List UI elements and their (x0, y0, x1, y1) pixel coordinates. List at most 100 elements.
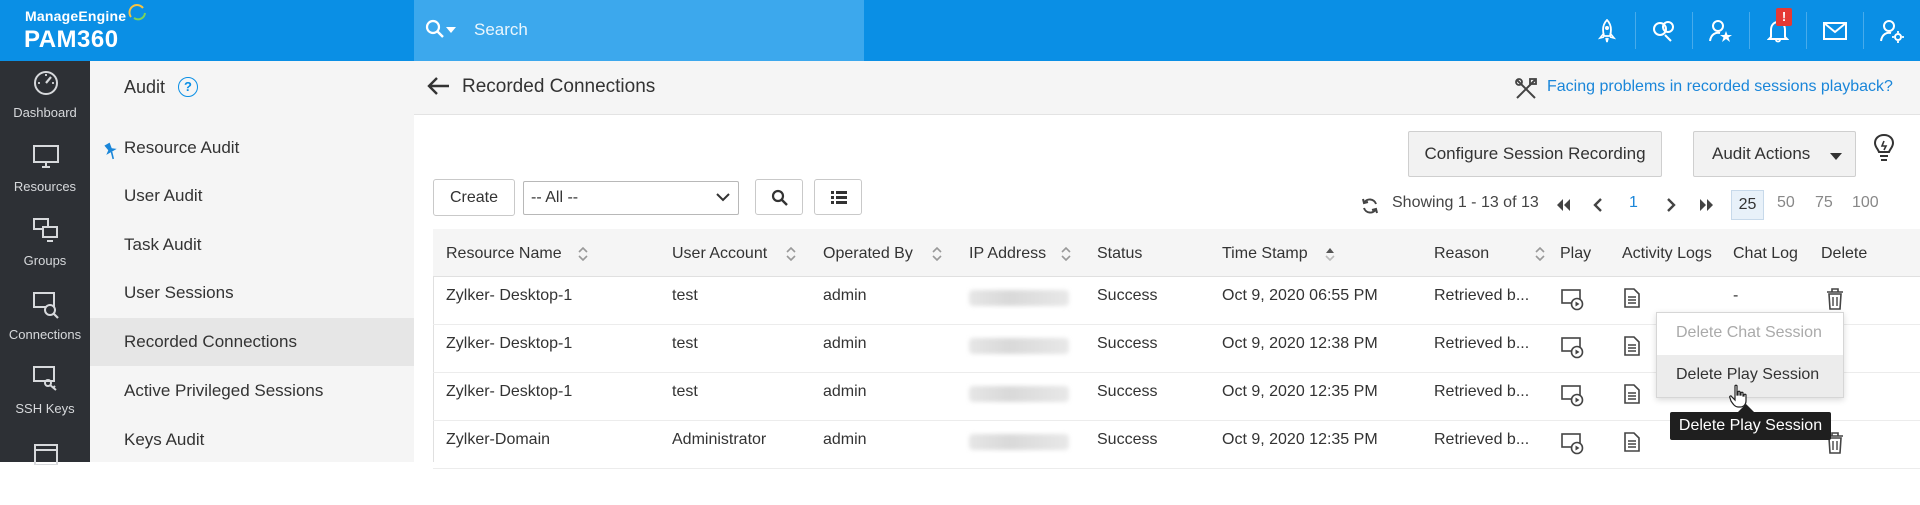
nav-label: Connections (8, 327, 82, 342)
nav-connections[interactable]: Connections (0, 283, 90, 357)
column-header-ip-address[interactable]: IP Address (969, 245, 1046, 263)
column-chooser-button[interactable] (814, 179, 862, 215)
cell-status: Success (1097, 383, 1158, 400)
help-icon[interactable]: ? (178, 77, 198, 97)
subnav-item-task-audit[interactable]: Task Audit (90, 221, 414, 269)
first-page-icon[interactable] (1555, 198, 1571, 212)
brand-logo[interactable]: ManageEngine PAM360 (0, 0, 414, 61)
cell-time-stamp: Oct 9, 2020 12:35 PM (1222, 383, 1378, 400)
play-recording-icon[interactable] (1561, 433, 1585, 455)
rocket-icon[interactable] (1579, 0, 1635, 61)
column-header-reason[interactable]: Reason (1434, 245, 1489, 263)
playback-help-link[interactable]: Facing problems in recorded sessions pla… (1547, 78, 1893, 96)
cell-operated-by: admin (823, 383, 867, 400)
search-icon[interactable] (425, 19, 445, 39)
button-label: Audit Actions (1712, 144, 1811, 163)
subnav-item-recorded-connections[interactable]: Recorded Connections (90, 318, 414, 366)
next-page-icon[interactable] (1666, 198, 1676, 212)
column-header-user-account[interactable]: User Account (672, 245, 767, 263)
play-recording-icon[interactable] (1561, 337, 1585, 359)
refresh-icon[interactable] (1361, 197, 1379, 215)
cell-user-account: Administrator (672, 431, 767, 448)
previous-page-icon[interactable] (1593, 198, 1603, 212)
cell-reason: Retrieved b... (1434, 335, 1530, 352)
search-input[interactable] (474, 16, 854, 44)
delete-play-session-menu-item[interactable]: Delete Play Session (1657, 355, 1843, 397)
subnav-label: Active Privileged Sessions (124, 381, 324, 400)
column-header-resource-name[interactable]: Resource Name (446, 245, 562, 263)
nav-ssh-keys[interactable]: SSH Keys (0, 357, 90, 431)
cell-resource-name[interactable]: Zylker- Desktop-1 (446, 383, 572, 401)
tooltip-arrow (1738, 404, 1754, 412)
trash-icon[interactable] (1825, 288, 1845, 310)
sort-icon[interactable] (1535, 247, 1545, 261)
reports-icon (34, 444, 58, 465)
subnav-label: Recorded Connections (124, 332, 297, 351)
audit-actions-button[interactable]: Audit Actions (1693, 131, 1856, 177)
column-header-operated-by[interactable]: Operated By (823, 245, 913, 263)
document-icon[interactable] (1624, 336, 1640, 356)
last-page-icon[interactable] (1699, 198, 1715, 212)
filter-select[interactable]: -- All -- (523, 181, 739, 215)
subnav-item-user-sessions[interactable]: User Sessions (90, 269, 414, 317)
cell-ip-address-redacted (969, 434, 1069, 450)
brand-product: PAM360 (24, 26, 119, 53)
create-button[interactable]: Create (433, 179, 515, 216)
sort-icon[interactable] (932, 247, 942, 261)
sort-descending-icon[interactable] (1325, 247, 1335, 261)
audit-title: Audit (124, 77, 166, 97)
sort-icon[interactable] (578, 247, 588, 261)
column-header-chat-log: Chat Log (1733, 245, 1798, 262)
nav-resources[interactable]: Resources (0, 135, 90, 209)
subnav-item-active-privileged-sessions[interactable]: Active Privileged Sessions (90, 367, 414, 415)
user-star-icon[interactable] (1693, 0, 1749, 61)
delete-chat-session-menu-item: Delete Chat Session (1657, 313, 1843, 355)
cell-ip-address-redacted (969, 386, 1069, 402)
document-icon[interactable] (1624, 288, 1640, 308)
nav-label: Groups (23, 253, 67, 268)
subnav-item-user-audit[interactable]: User Audit (90, 172, 414, 220)
dashboard-icon (34, 71, 58, 95)
link-user-icon[interactable] (1636, 0, 1692, 61)
page-size-50[interactable]: 50 (1777, 194, 1795, 212)
cell-resource-name[interactable]: Zylker- Desktop-1 (446, 335, 572, 353)
column-header-time-stamp[interactable]: Time Stamp (1222, 245, 1308, 263)
nav-label: Resources (13, 179, 77, 194)
current-page[interactable]: 1 (1629, 194, 1638, 212)
mail-icon[interactable] (1807, 0, 1863, 61)
cell-time-stamp: Oct 9, 2020 12:38 PM (1222, 335, 1378, 352)
monitor-icon (33, 145, 59, 168)
page-size-75[interactable]: 75 (1815, 194, 1833, 212)
nav-more[interactable] (0, 431, 90, 505)
sort-icon[interactable] (786, 247, 796, 261)
cell-resource-name[interactable]: Zylker- Desktop-1 (446, 287, 572, 305)
cell-operated-by: admin (823, 335, 867, 352)
cell-user-account: test (672, 383, 698, 400)
pagination-summary: Showing 1 - 13 of 13 (1392, 194, 1539, 211)
sort-icon[interactable] (1061, 247, 1071, 261)
user-settings-icon[interactable] (1864, 0, 1920, 61)
column-header-status[interactable]: Status (1097, 245, 1142, 263)
play-recording-icon[interactable] (1561, 289, 1585, 311)
nav-label: SSH Keys (15, 401, 75, 416)
cell-status: Success (1097, 335, 1158, 352)
subnav-item-keys-audit[interactable]: Keys Audit (90, 416, 414, 464)
chevron-down-icon (1830, 153, 1842, 160)
cell-resource-name[interactable]: Zylker-Domain (446, 431, 550, 449)
cell-user-account: test (672, 335, 698, 352)
page-size-25[interactable]: 25 (1731, 190, 1764, 220)
play-recording-icon[interactable] (1561, 385, 1585, 407)
nav-groups[interactable]: Groups (0, 209, 90, 283)
lightbulb-icon[interactable] (1873, 133, 1895, 163)
nav-dashboard[interactable]: Dashboard (0, 61, 90, 135)
document-icon[interactable] (1624, 384, 1640, 404)
document-icon[interactable] (1624, 432, 1640, 452)
page-size-100[interactable]: 100 (1852, 194, 1879, 212)
menu-item-label: Delete Chat Session (1676, 324, 1822, 341)
configure-session-recording-button[interactable]: Configure Session Recording (1408, 131, 1662, 177)
chevron-down-icon[interactable] (446, 27, 456, 33)
search-button[interactable] (755, 179, 803, 215)
back-arrow-icon[interactable] (427, 76, 451, 96)
subnav-item-resource-audit[interactable]: Resource Audit (90, 124, 414, 172)
chevron-down-icon (716, 193, 730, 202)
